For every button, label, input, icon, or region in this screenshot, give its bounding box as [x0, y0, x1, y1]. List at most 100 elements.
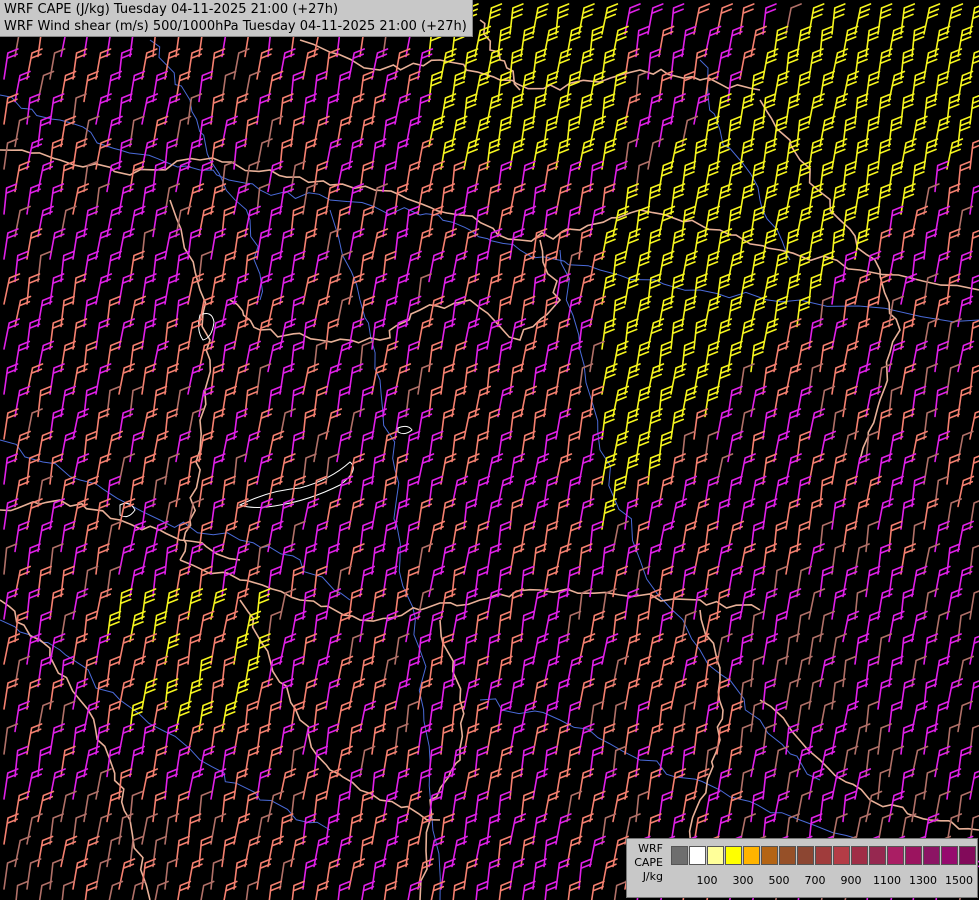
wind-barb [497, 160, 513, 193]
wind-barb [739, 3, 755, 35]
wind-barb [543, 115, 559, 148]
wind-barb [750, 520, 765, 553]
wind-barb [543, 835, 558, 868]
wind-barb [486, 678, 503, 710]
wind-barb [497, 25, 512, 58]
wind-barb [532, 498, 549, 530]
wind-barb [578, 3, 595, 35]
wind-barb [543, 205, 558, 238]
wind-barb [325, 318, 340, 350]
wind-barb [440, 543, 457, 575]
wind-barb [267, 385, 283, 418]
wind-barb [371, 228, 389, 260]
wind-barb [313, 160, 329, 193]
wind-barb [474, 655, 490, 688]
wind-barb [463, 453, 480, 485]
wind-barb [221, 565, 237, 598]
wind-barb [532, 768, 549, 800]
legend-swatch [851, 846, 868, 865]
wind-barb [497, 610, 512, 643]
wind-barb [233, 273, 250, 305]
wind-barb [578, 48, 595, 80]
wind-barb [578, 498, 595, 530]
wind-barb [877, 588, 894, 620]
wind-barb [658, 430, 673, 463]
wind-barb [256, 273, 273, 305]
wind-barb [831, 318, 848, 350]
wind-barb [394, 48, 411, 80]
wind-barb [693, 543, 710, 575]
wind-barb [37, 745, 52, 778]
wind-barb [256, 183, 271, 215]
map-view[interactable]: WRF CAPE (J/kg) Tuesday 04-11-2025 21:00… [0, 0, 979, 900]
wind-barb [900, 3, 916, 35]
wind-barb [854, 183, 871, 215]
wind-barb [589, 700, 605, 733]
wind-barb [624, 678, 641, 710]
wind-barb [555, 3, 570, 35]
wind-barb [693, 3, 711, 35]
wind-barb [256, 318, 273, 350]
wind-barb [727, 205, 742, 238]
wind-barb [589, 430, 605, 463]
wind-barb [405, 565, 420, 598]
wind-barb [95, 453, 112, 485]
wind-barb [532, 453, 550, 485]
wind-barb [509, 318, 527, 350]
wind-barb [348, 408, 365, 440]
wind-barb [589, 655, 605, 688]
wind-barb [520, 655, 536, 688]
wind-barb [969, 410, 979, 440]
wind-barb [244, 115, 259, 148]
wind-barb [348, 318, 365, 350]
wind-barb [509, 183, 526, 215]
wind-barb [60, 655, 75, 688]
wind-barb [164, 93, 182, 125]
wind-barb [452, 880, 466, 900]
wind-barb [842, 790, 857, 823]
wind-barb [635, 520, 650, 553]
wind-barb [785, 588, 802, 620]
wind-barb [497, 250, 512, 283]
wind-barb [405, 385, 420, 418]
wind-barb [647, 318, 665, 350]
wind-barb [405, 700, 420, 733]
wind-barb [842, 295, 857, 328]
wind-barb [624, 363, 641, 395]
wind-barb [95, 768, 112, 800]
wind-barb [175, 610, 191, 643]
wind-barb [555, 48, 573, 80]
legend-tick-label: 1500 [945, 874, 973, 887]
wind-barb [934, 385, 949, 418]
wind-barb [969, 50, 979, 80]
wind-barb [934, 340, 950, 373]
wind-barb [233, 678, 251, 710]
wind-barb [969, 724, 979, 755]
wind-barb [37, 655, 53, 688]
wind-barb [831, 48, 849, 80]
wind-barb [417, 453, 435, 485]
wind-barb [359, 385, 375, 418]
wind-barb [141, 813, 158, 845]
wind-barb [647, 138, 664, 170]
wind-barb [946, 138, 964, 170]
wind-barb [348, 858, 366, 890]
wind-barb [946, 588, 963, 620]
wind-barb [681, 340, 696, 373]
wind-barb [256, 138, 273, 170]
wind-barb [934, 475, 950, 508]
wind-barb [72, 588, 89, 620]
wind-barb [819, 295, 834, 328]
wind-barb [129, 790, 144, 823]
wind-barb [359, 250, 375, 283]
wind-barb [106, 385, 121, 418]
wind-barb [3, 318, 20, 350]
wind-barb [463, 408, 481, 440]
wind-barb [26, 768, 44, 800]
wind-barb [854, 453, 871, 485]
legend-swatch [959, 846, 976, 865]
legend-swatch [779, 846, 796, 865]
wind-barb [14, 250, 29, 283]
wind-barb [221, 655, 236, 688]
wind-barb [336, 385, 351, 418]
